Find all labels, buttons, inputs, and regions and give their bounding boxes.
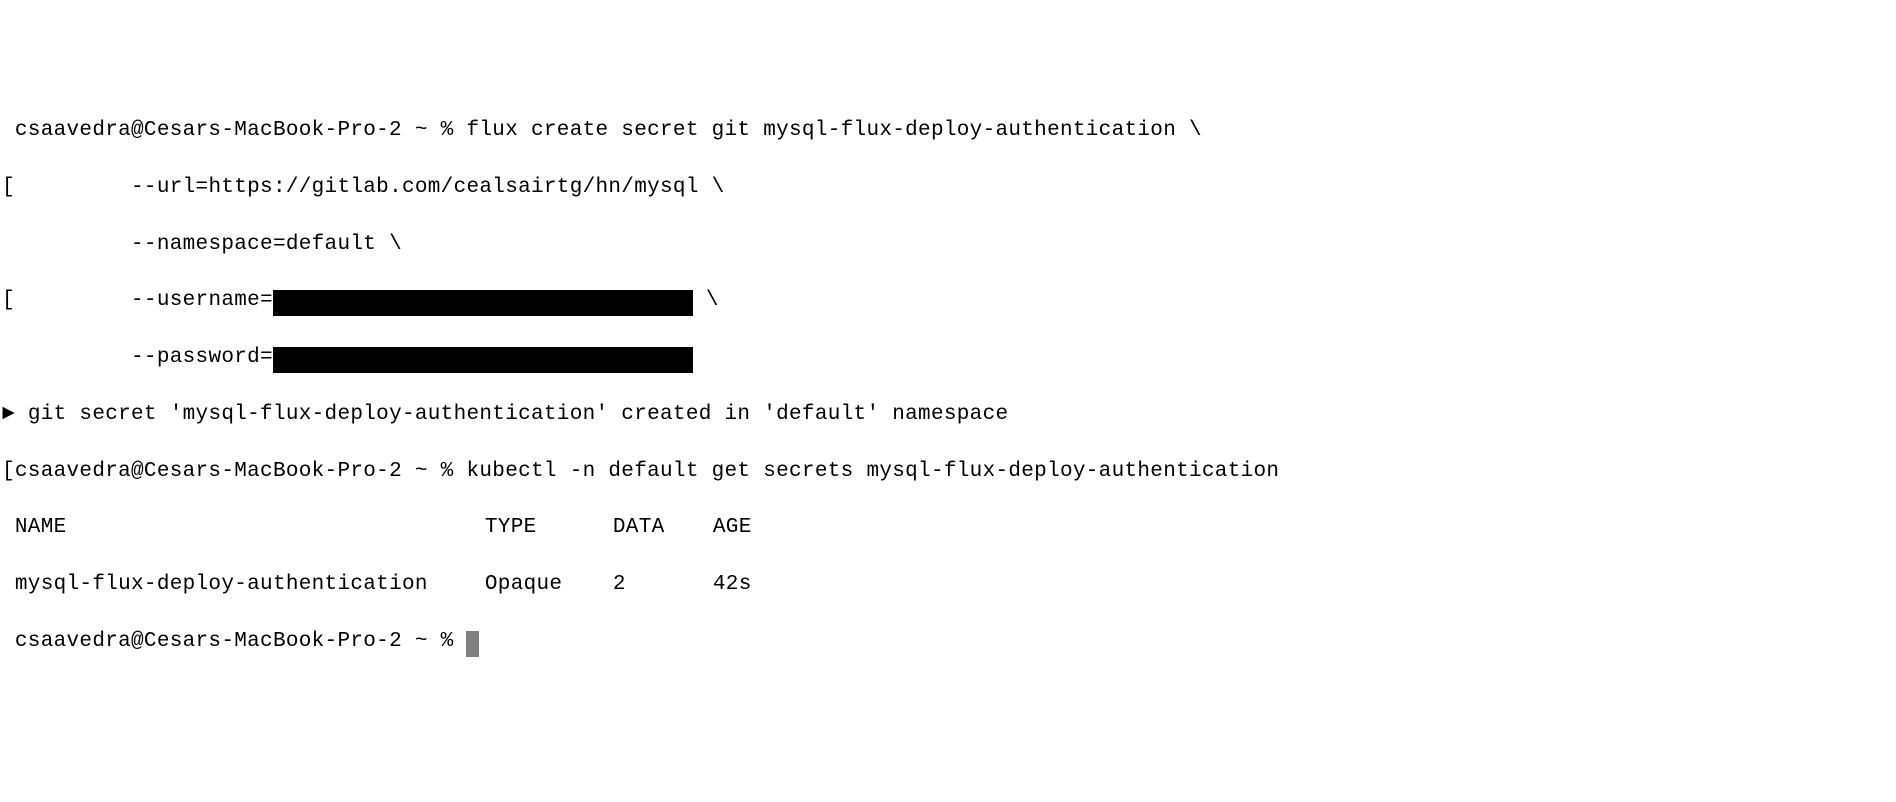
col-header-data: DATA <box>613 514 713 542</box>
prompt-bracket: [ <box>2 460 15 483</box>
continuation-indent <box>2 346 131 369</box>
prompt-text: csaavedra@Cesars-MacBook-Pro-2 ~ % <box>15 460 467 483</box>
cmd1-line2: [ --url=https://gitlab.com/cealsairtg/hn… <box>2 174 1894 202</box>
final-prompt-text: csaavedra@Cesars-MacBook-Pro-2 ~ % <box>15 630 467 653</box>
continuation-bracket: [ <box>2 289 131 312</box>
output-text: git secret 'mysql-flux-deploy-authentica… <box>28 403 1009 426</box>
output-marker: ► <box>2 403 28 426</box>
continuation-indent <box>2 233 131 256</box>
col-value-type: Opaque <box>485 571 613 599</box>
col-value-data: 2 <box>613 571 713 599</box>
final-prompt-prefix <box>2 630 15 653</box>
cmd1-arg-password-label: --password= <box>131 346 273 369</box>
cmd1-arg-url: --url=https://gitlab.com/cealsairtg/hn/m… <box>131 176 725 199</box>
final-prompt-line[interactable]: csaavedra@Cesars-MacBook-Pro-2 ~ % <box>2 628 1894 656</box>
col-row-prefix <box>2 573 15 596</box>
col-header-type: TYPE <box>485 514 613 542</box>
cmd1-arg-namespace: --namespace=default \ <box>131 233 402 256</box>
table-header-row: NAMETYPEDATAAGE <box>2 514 1894 542</box>
cmd1-line4: [ --username= \ <box>2 287 1894 315</box>
continuation-bracket: [ <box>2 176 131 199</box>
col-value-age: 42s <box>713 571 752 599</box>
cmd2-line: [csaavedra@Cesars-MacBook-Pro-2 ~ % kube… <box>2 458 1894 486</box>
cmd1-line5: --password= <box>2 344 1894 372</box>
cmd2-text: kubectl -n default get secrets mysql-flu… <box>466 460 1279 483</box>
cmd1-line3: --namespace=default \ <box>2 231 1894 259</box>
col-header-age: AGE <box>713 514 752 542</box>
cmd1-arg-username-label: --username= <box>131 289 273 312</box>
prompt-text: csaavedra@Cesars-MacBook-Pro-2 ~ % <box>2 119 466 142</box>
col-value-name: mysql-flux-deploy-authentication <box>15 571 485 599</box>
cmd1-text: flux create secret git mysql-flux-deploy… <box>466 119 1201 142</box>
col-header-prefix <box>2 516 15 539</box>
cmd1-line4-suffix: \ <box>693 289 719 312</box>
redacted-password <box>273 347 693 373</box>
col-header-name: NAME <box>15 514 485 542</box>
output-confirmation: ► git secret 'mysql-flux-deploy-authenti… <box>2 401 1894 429</box>
cmd1-line1: csaavedra@Cesars-MacBook-Pro-2 ~ % flux … <box>2 117 1894 145</box>
table-row: mysql-flux-deploy-authenticationOpaque24… <box>2 571 1894 599</box>
terminal-cursor[interactable] <box>466 631 479 657</box>
redacted-username <box>273 290 693 316</box>
